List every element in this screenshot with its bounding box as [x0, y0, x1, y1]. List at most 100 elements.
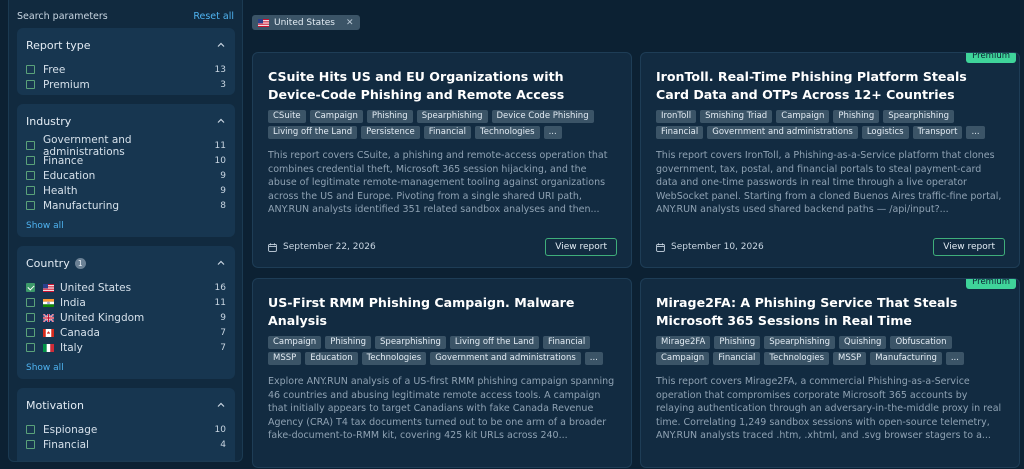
view-report-button[interactable]: View report [545, 238, 617, 256]
checkbox[interactable] [26, 440, 35, 449]
option-finance[interactable]: Finance 10 [26, 153, 226, 168]
report-type-header[interactable]: Report type [26, 28, 226, 62]
report-title[interactable]: US-First RMM Phishing Campaign. Malware … [268, 294, 616, 330]
close-icon[interactable]: ✕ [346, 18, 354, 28]
tag[interactable]: Government and administrations [707, 126, 858, 139]
active-filter-label: United States [274, 17, 335, 28]
tag[interactable]: MSSP [268, 352, 302, 365]
chevron-up-icon[interactable] [216, 400, 226, 410]
tag[interactable]: IronToll [656, 110, 697, 123]
tag[interactable]: Living off the Land [449, 336, 539, 349]
reset-all-link[interactable]: Reset all [193, 11, 234, 22]
tag[interactable]: Obfuscation [890, 336, 952, 349]
option-india[interactable]: India 11 [26, 295, 226, 310]
india-flag-icon [43, 298, 54, 307]
chevron-up-icon[interactable] [216, 258, 226, 268]
option-free[interactable]: Free 13 [26, 62, 226, 77]
checkbox[interactable] [26, 141, 35, 150]
report-title[interactable]: IronToll. Real-Time Phishing Platform St… [656, 68, 1004, 104]
tag[interactable]: Quishing [839, 336, 887, 349]
tag[interactable]: Financial [656, 126, 704, 139]
option-financial[interactable]: Financial 4 [26, 437, 226, 452]
view-report-button[interactable]: View report [933, 238, 1005, 256]
checkbox[interactable] [26, 80, 35, 89]
tag[interactable]: Financial [542, 336, 591, 349]
option-label: Free [43, 63, 66, 76]
option-health[interactable]: Health 9 [26, 183, 226, 198]
report-card: Premium Mirage2FA: A Phishing Service Th… [640, 278, 1020, 468]
option-count: 9 [220, 312, 226, 323]
tag[interactable]: Education [305, 352, 358, 365]
option-united-states[interactable]: United States 16 [26, 280, 226, 295]
tag[interactable]: Spearphishing [416, 110, 488, 123]
option-italy[interactable]: Italy 7 [26, 340, 226, 355]
industry-show-all-link[interactable]: Show all [26, 221, 64, 231]
tag[interactable]: Mirage2FA [656, 336, 711, 349]
checkbox[interactable] [26, 343, 35, 352]
tag[interactable]: Financial [713, 352, 761, 365]
chevron-up-icon[interactable] [216, 116, 226, 126]
report-description: This report covers IronToll, a Phishing-… [656, 150, 1002, 216]
option-united-kingdom[interactable]: United Kingdom 9 [26, 310, 226, 325]
checkbox[interactable] [26, 328, 35, 337]
option-manufacturing[interactable]: Manufacturing 8 [26, 198, 226, 213]
more-tags-button[interactable]: ... [945, 352, 964, 365]
option-canada[interactable]: Canada 7 [26, 325, 226, 340]
tag[interactable]: Manufacturing [870, 352, 942, 365]
tag[interactable]: Living off the Land [268, 126, 358, 139]
tag[interactable]: Device Code Phishing [491, 110, 594, 123]
report-date: September 10, 2026 [656, 242, 764, 252]
checkbox[interactable] [26, 313, 35, 322]
option-label: Education [43, 169, 96, 182]
checkbox[interactable] [26, 186, 35, 195]
option-espionage[interactable]: Espionage 10 [26, 422, 226, 437]
tag[interactable]: Technologies [361, 352, 427, 365]
option-premium[interactable]: Premium 3 [26, 77, 226, 92]
option-count: 10 [214, 424, 226, 435]
tag[interactable]: Campaign [268, 336, 322, 349]
report-title[interactable]: Mirage2FA: A Phishing Service That Steal… [656, 294, 1004, 330]
tag[interactable]: Phishing [325, 336, 372, 349]
tag[interactable]: Persistence [361, 126, 420, 139]
option-education[interactable]: Education 9 [26, 168, 226, 183]
checkbox[interactable] [26, 425, 35, 434]
report-description: This report covers CSuite, a phishing an… [268, 150, 608, 216]
report-type-panel: Report type Free 13 Premium 3 [17, 28, 235, 95]
country-header[interactable]: Country 1 [26, 246, 226, 280]
checkbox[interactable] [26, 156, 35, 165]
report-card: Premium IronToll. Real-Time Phishing Pla… [640, 52, 1020, 268]
tag[interactable]: Logistics [861, 126, 909, 139]
more-tags-button[interactable]: ... [543, 126, 562, 139]
more-tags-button[interactable]: ... [966, 126, 985, 139]
more-tags-button[interactable]: ... [584, 352, 603, 365]
tag[interactable]: Spearphishing [883, 110, 955, 123]
report-title[interactable]: CSuite Hits US and EU Organizations with… [268, 68, 616, 104]
tag[interactable]: CSuite [268, 110, 306, 123]
checkbox[interactable] [26, 201, 35, 210]
checkbox[interactable] [26, 171, 35, 180]
tag[interactable]: Phishing [714, 336, 761, 349]
tag[interactable]: Campaign [776, 110, 830, 123]
tag[interactable]: Phishing [366, 110, 413, 123]
tag[interactable]: Phishing [833, 110, 880, 123]
checkbox-checked[interactable] [26, 283, 35, 292]
chevron-up-icon[interactable] [216, 40, 226, 50]
tag[interactable]: Government and administrations [430, 352, 581, 365]
checkbox[interactable] [26, 65, 35, 74]
checkbox[interactable] [26, 298, 35, 307]
tag[interactable]: Technologies [474, 126, 540, 139]
tag[interactable]: Financial [423, 126, 471, 139]
tag[interactable]: Spearphishing [764, 336, 836, 349]
motivation-header[interactable]: Motivation [26, 388, 226, 422]
option-count: 9 [220, 170, 226, 181]
tag[interactable]: Spearphishing [375, 336, 446, 349]
tag[interactable]: Technologies [764, 352, 830, 365]
tag[interactable]: Campaign [656, 352, 710, 365]
tag[interactable]: MSSP [833, 352, 867, 365]
tag[interactable]: Campaign [309, 110, 363, 123]
tag[interactable]: Transport [912, 126, 963, 139]
active-filter-chip[interactable]: United States ✕ [252, 15, 360, 30]
option-government[interactable]: Government and administrations 11 [26, 134, 226, 158]
tag[interactable]: Smishing Triad [700, 110, 773, 123]
country-show-all-link[interactable]: Show all [26, 363, 64, 373]
